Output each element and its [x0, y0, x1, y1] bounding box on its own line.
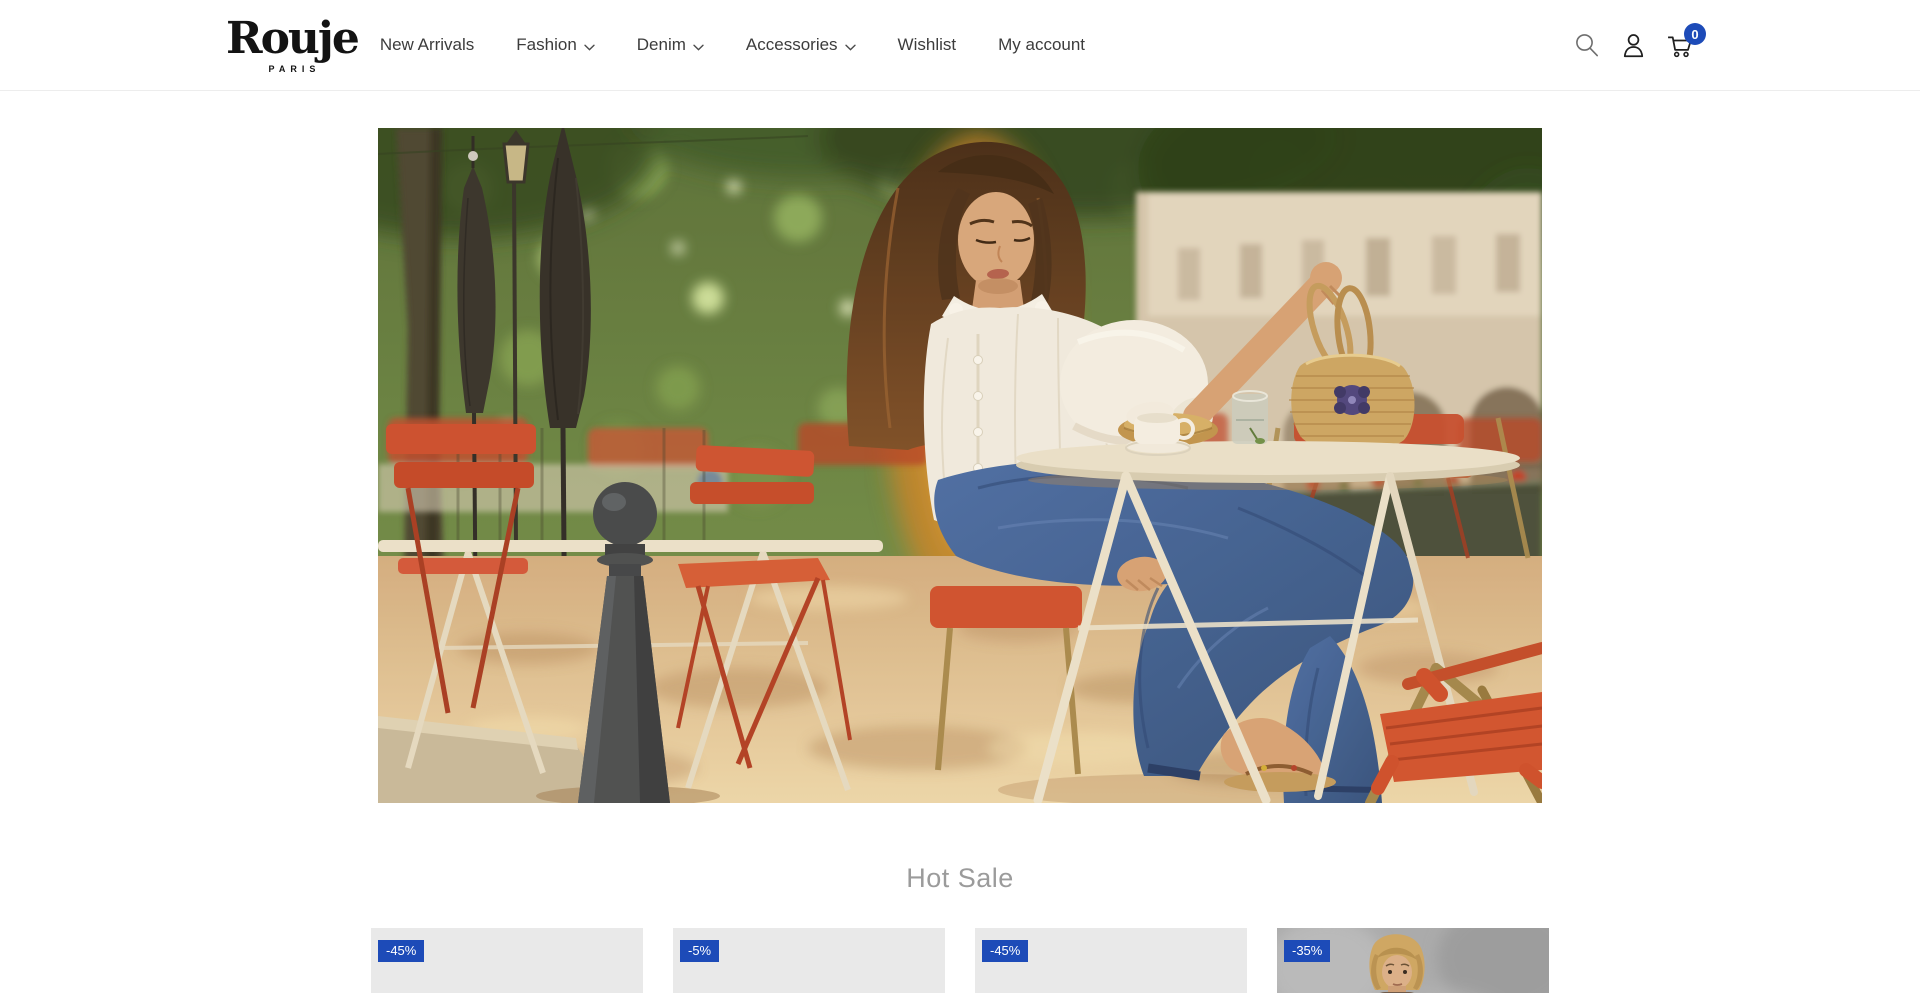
nav-label: Wishlist: [898, 35, 957, 55]
main-content: Hot Sale -45% -5% -45% -35%: [0, 128, 1920, 993]
hero-illustration: [378, 128, 1542, 803]
chevron-down-icon: [845, 36, 856, 56]
logo-wordmark: Rouje: [226, 17, 358, 61]
section-title-hot-sale: Hot Sale: [0, 863, 1920, 894]
account-icon[interactable]: [1618, 30, 1648, 60]
nav-item-accessories[interactable]: Accessories: [746, 34, 856, 56]
nav-item-denim[interactable]: Denim: [637, 34, 704, 56]
product-card[interactable]: -45%: [371, 928, 643, 993]
product-card[interactable]: -5%: [673, 928, 945, 993]
chevron-down-icon: [693, 36, 704, 56]
discount-badge: -45%: [378, 940, 424, 962]
site-header: Rouje PARIS New Arrivals Fashion Denim A…: [0, 0, 1920, 91]
nav-item-wishlist[interactable]: Wishlist: [898, 35, 957, 55]
logo[interactable]: Rouje PARIS: [226, 17, 358, 74]
nav-label: Accessories: [746, 35, 838, 55]
logo-subtitle: PARIS: [263, 65, 320, 74]
main-nav: New Arrivals Fashion Denim Accessories W…: [380, 34, 1085, 56]
product-card[interactable]: -35%: [1277, 928, 1549, 993]
discount-badge: -5%: [680, 940, 719, 962]
discount-badge: -35%: [1284, 940, 1330, 962]
chevron-down-icon: [584, 36, 595, 56]
product-grid: -45% -5% -45% -35%: [371, 928, 1549, 993]
search-icon[interactable]: [1571, 30, 1601, 60]
header-actions: 0: [1571, 30, 1695, 60]
hero-image[interactable]: [378, 128, 1542, 803]
nav-label: New Arrivals: [380, 35, 474, 55]
nav-label: Fashion: [516, 35, 576, 55]
nav-item-fashion[interactable]: Fashion: [516, 34, 594, 56]
cart-icon[interactable]: 0: [1665, 30, 1695, 60]
product-card[interactable]: -45%: [975, 928, 1247, 993]
nav-label: My account: [998, 35, 1085, 55]
nav-item-my-account[interactable]: My account: [998, 35, 1085, 55]
nav-item-new-arrivals[interactable]: New Arrivals: [380, 35, 474, 55]
discount-badge: -45%: [982, 940, 1028, 962]
nav-label: Denim: [637, 35, 686, 55]
cart-count-badge: 0: [1684, 23, 1706, 45]
